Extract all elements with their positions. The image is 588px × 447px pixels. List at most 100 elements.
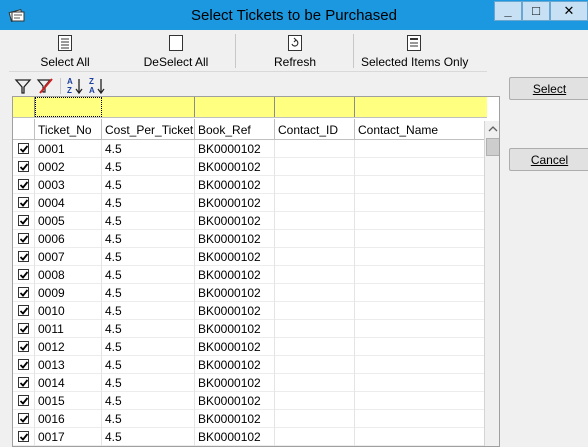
table-row[interactable]: 0013 4.5 BK0000102: [13, 356, 487, 374]
vertical-scrollbar[interactable]: [484, 121, 500, 446]
cell-contact-name[interactable]: [355, 230, 487, 248]
cell-book-ref[interactable]: BK0000102: [195, 266, 275, 284]
cell-ticket-no[interactable]: 0013: [35, 356, 102, 374]
cell-cost-per-ticket[interactable]: 4.5: [102, 158, 195, 176]
cell-cost-per-ticket[interactable]: 4.5: [102, 194, 195, 212]
table-row[interactable]: 0003 4.5 BK0000102: [13, 176, 487, 194]
row-checkbox[interactable]: [18, 323, 29, 334]
cell-contact-name[interactable]: [355, 392, 487, 410]
cell-contact-id[interactable]: [275, 302, 355, 320]
cell-contact-name[interactable]: [355, 212, 487, 230]
table-row[interactable]: 0012 4.5 BK0000102: [13, 338, 487, 356]
row-checkbox[interactable]: [18, 359, 29, 370]
filter-icon[interactable]: [14, 76, 32, 96]
cell-cost-per-ticket[interactable]: 4.5: [102, 266, 195, 284]
cell-book-ref[interactable]: BK0000102: [195, 338, 275, 356]
cell-contact-id[interactable]: [275, 266, 355, 284]
cell-contact-name[interactable]: [355, 320, 487, 338]
cell-ticket-no[interactable]: 0010: [35, 302, 102, 320]
cell-book-ref[interactable]: BK0000102: [195, 302, 275, 320]
cell-contact-id[interactable]: [275, 320, 355, 338]
cell-contact-id[interactable]: [275, 338, 355, 356]
cell-contact-name[interactable]: [355, 158, 487, 176]
table-row[interactable]: 0010 4.5 BK0000102: [13, 302, 487, 320]
row-checkbox[interactable]: [18, 233, 29, 244]
cell-contact-name[interactable]: [355, 374, 487, 392]
cell-book-ref[interactable]: BK0000102: [195, 212, 275, 230]
scroll-up-arrow-icon[interactable]: [485, 121, 500, 137]
row-checkbox[interactable]: [18, 251, 29, 262]
selected-items-only-button[interactable]: Selected Items Only: [361, 30, 468, 72]
header-contact-id[interactable]: Contact_ID: [275, 119, 355, 140]
cell-cost-per-ticket[interactable]: 4.5: [102, 302, 195, 320]
select-button[interactable]: Select: [509, 77, 588, 100]
table-row[interactable]: 0017 4.5 BK0000102: [13, 428, 487, 446]
cell-ticket-no[interactable]: 0011: [35, 320, 102, 338]
cell-contact-name[interactable]: [355, 338, 487, 356]
cell-cost-per-ticket[interactable]: 4.5: [102, 338, 195, 356]
cell-contact-name[interactable]: [355, 194, 487, 212]
cell-ticket-no[interactable]: 0005: [35, 212, 102, 230]
header-cost-per-ticket[interactable]: Cost_Per_Ticket: [102, 119, 195, 140]
cell-contact-id[interactable]: [275, 284, 355, 302]
cell-contact-name[interactable]: [355, 410, 487, 428]
maximize-button[interactable]: □: [522, 1, 550, 21]
cell-ticket-no[interactable]: 0006: [35, 230, 102, 248]
filter-cell-ticket-no[interactable]: [35, 97, 102, 117]
filter-cell-contact-name[interactable]: [355, 97, 487, 117]
cell-ticket-no[interactable]: 0015: [35, 392, 102, 410]
table-row[interactable]: 0008 4.5 BK0000102: [13, 266, 487, 284]
cell-book-ref[interactable]: BK0000102: [195, 410, 275, 428]
row-checkbox[interactable]: [18, 179, 29, 190]
minimize-button[interactable]: _: [494, 1, 522, 21]
cell-contact-name[interactable]: [355, 428, 487, 446]
cell-book-ref[interactable]: BK0000102: [195, 356, 275, 374]
row-checkbox[interactable]: [18, 377, 29, 388]
sort-ascending-icon[interactable]: A Z: [66, 76, 84, 96]
cell-contact-id[interactable]: [275, 356, 355, 374]
filter-cell-cost[interactable]: [102, 97, 195, 117]
row-checkbox[interactable]: [18, 269, 29, 280]
cell-book-ref[interactable]: BK0000102: [195, 158, 275, 176]
table-row[interactable]: 0007 4.5 BK0000102: [13, 248, 487, 266]
cancel-button[interactable]: Cancel: [509, 148, 588, 171]
row-checkbox[interactable]: [18, 161, 29, 172]
cell-cost-per-ticket[interactable]: 4.5: [102, 410, 195, 428]
table-row[interactable]: 0005 4.5 BK0000102: [13, 212, 487, 230]
cell-cost-per-ticket[interactable]: 4.5: [102, 356, 195, 374]
header-contact-name[interactable]: Contact_Name: [355, 119, 487, 140]
header-ticket-no[interactable]: Ticket_No: [35, 119, 102, 140]
cell-cost-per-ticket[interactable]: 4.5: [102, 248, 195, 266]
cell-contact-id[interactable]: [275, 374, 355, 392]
cell-ticket-no[interactable]: 0016: [35, 410, 102, 428]
sort-descending-icon[interactable]: Z A: [88, 76, 106, 96]
cell-book-ref[interactable]: BK0000102: [195, 320, 275, 338]
header-book-ref[interactable]: Book_Ref: [195, 119, 275, 140]
cell-contact-name[interactable]: [355, 284, 487, 302]
table-row[interactable]: 0001 4.5 BK0000102: [13, 140, 487, 158]
table-row[interactable]: 0014 4.5 BK0000102: [13, 374, 487, 392]
cell-cost-per-ticket[interactable]: 4.5: [102, 176, 195, 194]
cell-contact-id[interactable]: [275, 410, 355, 428]
cell-contact-id[interactable]: [275, 248, 355, 266]
cell-ticket-no[interactable]: 0004: [35, 194, 102, 212]
cell-book-ref[interactable]: BK0000102: [195, 392, 275, 410]
deselect-all-button[interactable]: DeSelect All: [139, 30, 213, 72]
cell-ticket-no[interactable]: 0009: [35, 284, 102, 302]
cell-contact-id[interactable]: [275, 392, 355, 410]
select-all-button[interactable]: Select All: [29, 30, 101, 72]
cell-ticket-no[interactable]: 0007: [35, 248, 102, 266]
scrollbar-thumb[interactable]: [486, 138, 499, 156]
cell-book-ref[interactable]: BK0000102: [195, 284, 275, 302]
cell-ticket-no[interactable]: 0014: [35, 374, 102, 392]
clear-filter-icon[interactable]: [36, 76, 54, 96]
table-row[interactable]: 0009 4.5 BK0000102: [13, 284, 487, 302]
cell-contact-id[interactable]: [275, 158, 355, 176]
cell-contact-id[interactable]: [275, 140, 355, 158]
row-checkbox[interactable]: [18, 341, 29, 352]
cell-contact-name[interactable]: [355, 356, 487, 374]
cell-contact-name[interactable]: [355, 140, 487, 158]
filter-cell-book-ref[interactable]: [195, 97, 275, 117]
cell-ticket-no[interactable]: 0001: [35, 140, 102, 158]
cell-book-ref[interactable]: BK0000102: [195, 140, 275, 158]
